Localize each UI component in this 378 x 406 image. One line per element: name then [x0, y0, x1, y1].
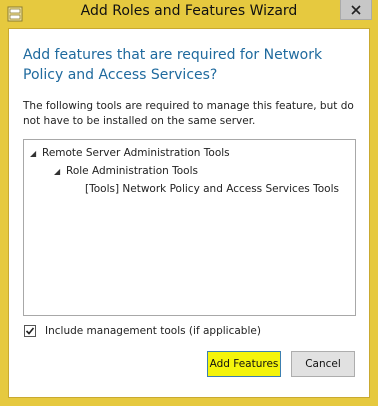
close-icon — [351, 4, 361, 15]
tree-item[interactable]: [Tools] Network Policy and Access Servic… — [85, 181, 339, 197]
dialog-heading: Add features that are required for Netwo… — [23, 47, 323, 83]
expanded-triangle-icon[interactable]: ◢ — [30, 146, 42, 162]
tree-item[interactable]: ◢ Role Administration Tools — [54, 163, 198, 179]
tree-item-label: [Tools] Network Policy and Access Servic… — [85, 183, 339, 195]
cancel-button[interactable]: Cancel — [291, 351, 355, 377]
add-features-button[interactable]: Add Features — [207, 351, 281, 377]
title-bar[interactable]: Add Roles and Features Wizard — [0, 0, 378, 28]
window-title: Add Roles and Features Wizard — [80, 3, 298, 19]
include-tools-checkbox[interactable] — [24, 325, 36, 337]
include-tools-label: Include management tools (if applicable) — [45, 325, 261, 337]
include-tools-row[interactable]: Include management tools (if applicable) — [24, 323, 261, 339]
tree-item-label: Role Administration Tools — [66, 165, 198, 177]
dialog-description: The following tools are required to mana… — [23, 100, 354, 127]
tree-item[interactable]: ◢ Remote Server Administration Tools — [30, 145, 230, 161]
expanded-triangle-icon[interactable]: ◢ — [54, 164, 66, 180]
feature-tree[interactable]: ◢ Remote Server Administration Tools ◢ Rol… — [23, 139, 356, 316]
checkmark-icon — [25, 327, 35, 335]
tree-item-label: Remote Server Administration Tools — [42, 147, 230, 159]
close-button[interactable] — [340, 0, 372, 20]
wizard-window: Add Roles and Features Wizard Add featur… — [0, 0, 378, 406]
dialog-body: Add features that are required for Netwo… — [8, 28, 370, 398]
